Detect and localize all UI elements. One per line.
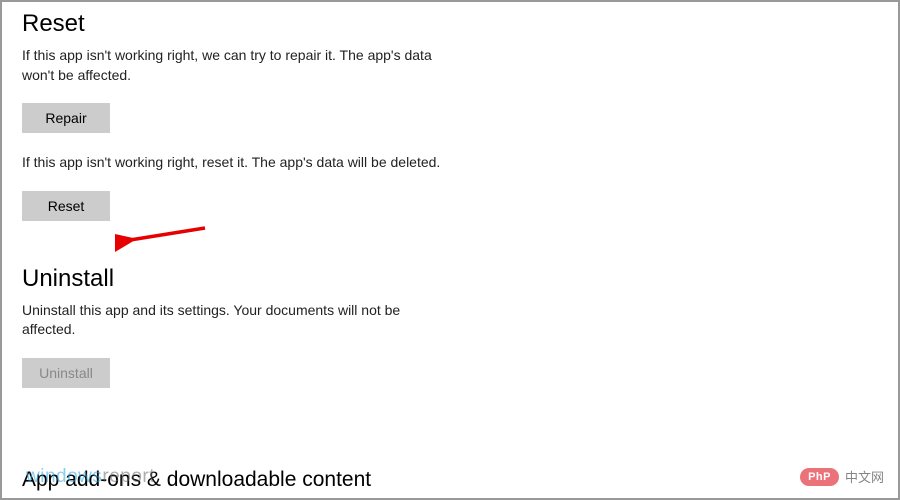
uninstall-button: Uninstall	[22, 358, 110, 388]
reset-heading: Reset	[22, 10, 878, 38]
repair-button[interactable]: Repair	[22, 103, 110, 133]
php-pill-icon: PhP	[800, 468, 839, 486]
uninstall-heading: Uninstall	[22, 265, 878, 293]
php-text: 中文网	[845, 467, 884, 486]
repair-description: If this app isn't working right, we can …	[22, 46, 452, 85]
watermark-windowsreport: windowsreport	[26, 466, 155, 488]
uninstall-description: Uninstall this app and its settings. You…	[22, 301, 452, 340]
watermark-php: PhP 中文网	[800, 467, 884, 486]
reset-description: If this app isn't working right, reset i…	[22, 153, 452, 173]
reset-button[interactable]: Reset	[22, 191, 110, 221]
